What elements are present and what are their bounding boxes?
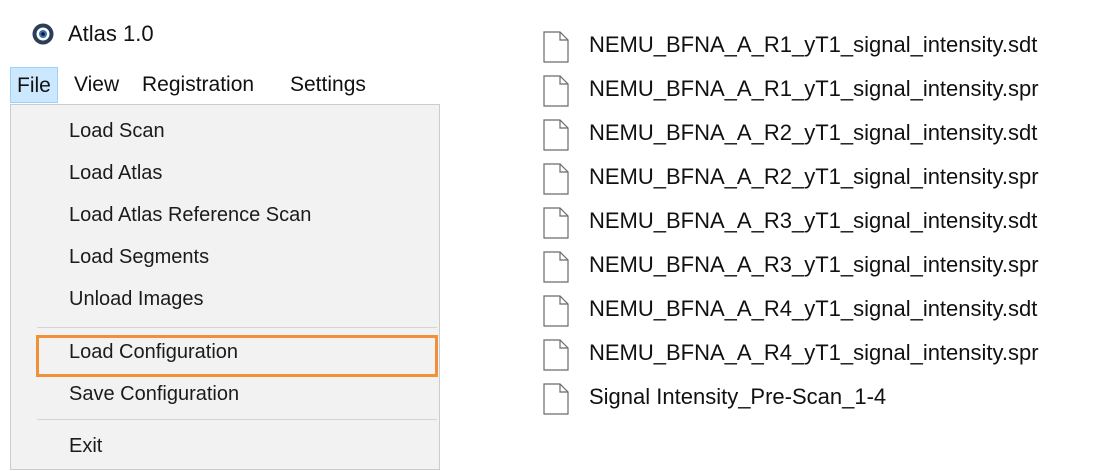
file-row[interactable]: NEMU_BFNA_A_R3_yT1_signal_intensity.sdt — [543, 204, 1107, 242]
file-name: NEMU_BFNA_A_R3_yT1_signal_intensity.sdt — [589, 208, 1038, 233]
atlas-app-window: Atlas 1.0 File View Registration Setting… — [0, 0, 442, 471]
file-row[interactable]: Signal Intensity_Pre-Scan_1-4 — [543, 380, 1107, 418]
title-bar: Atlas 1.0 — [0, 0, 442, 62]
menu-item-load-segments[interactable]: Load Segments — [69, 246, 209, 269]
file-name: NEMU_BFNA_A_R1_yT1_signal_intensity.sdt — [589, 32, 1038, 57]
menu-item-exit[interactable]: Exit — [69, 435, 102, 458]
file-icon — [543, 339, 569, 371]
file-name: NEMU_BFNA_A_R1_yT1_signal_intensity.spr — [589, 76, 1039, 101]
file-row[interactable]: NEMU_BFNA_A_R4_yT1_signal_intensity.sdt — [543, 292, 1107, 330]
file-row[interactable]: NEMU_BFNA_A_R2_yT1_signal_intensity.spr — [543, 160, 1107, 198]
file-icon — [543, 383, 569, 415]
app-title: Atlas 1.0 — [68, 21, 154, 46]
file-row[interactable]: NEMU_BFNA_A_R2_yT1_signal_intensity.sdt — [543, 116, 1107, 154]
file-icon — [543, 163, 569, 195]
menu-item-load-atlas-reference-scan[interactable]: Load Atlas Reference Scan — [69, 204, 311, 227]
file-name: NEMU_BFNA_A_R2_yT1_signal_intensity.sdt — [589, 120, 1038, 145]
file-row[interactable]: NEMU_BFNA_A_R4_yT1_signal_intensity.spr — [543, 336, 1107, 374]
file-name: NEMU_BFNA_A_R3_yT1_signal_intensity.spr — [589, 252, 1039, 277]
menu-separator — [37, 327, 437, 328]
load-configuration-highlight — [36, 335, 438, 377]
file-icon — [543, 75, 569, 107]
menu-item-load-scan[interactable]: Load Scan — [69, 120, 165, 143]
menu-item-save-configuration[interactable]: Save Configuration — [69, 383, 239, 406]
file-name: Signal Intensity_Pre-Scan_1-4 — [589, 384, 887, 409]
eye-icon — [32, 23, 54, 45]
menu-settings[interactable]: Settings — [284, 67, 372, 103]
menu-view[interactable]: View — [68, 67, 125, 103]
menu-item-load-atlas[interactable]: Load Atlas — [69, 162, 162, 185]
menu-registration[interactable]: Registration — [136, 67, 260, 103]
menu-separator — [37, 419, 437, 420]
menu-file[interactable]: File — [10, 67, 58, 103]
file-icon — [543, 31, 569, 63]
menu-item-unload-images[interactable]: Unload Images — [69, 288, 204, 311]
file-menu-dropdown: Load Scan Load Atlas Load Atlas Referenc… — [10, 104, 440, 470]
file-icon — [543, 207, 569, 239]
file-row[interactable]: NEMU_BFNA_A_R1_yT1_signal_intensity.spr — [543, 72, 1107, 110]
file-icon — [543, 251, 569, 283]
file-row[interactable]: NEMU_BFNA_A_R3_yT1_signal_intensity.spr — [543, 248, 1107, 286]
file-name: NEMU_BFNA_A_R2_yT1_signal_intensity.spr — [589, 164, 1039, 189]
menu-bar: File View Registration Settings — [0, 67, 442, 103]
file-icon — [543, 295, 569, 327]
file-row[interactable]: NEMU_BFNA_A_R1_yT1_signal_intensity.sdt — [543, 28, 1107, 66]
file-name: NEMU_BFNA_A_R4_yT1_signal_intensity.spr — [589, 340, 1039, 365]
file-name: NEMU_BFNA_A_R4_yT1_signal_intensity.sdt — [589, 296, 1038, 321]
file-icon — [543, 119, 569, 151]
